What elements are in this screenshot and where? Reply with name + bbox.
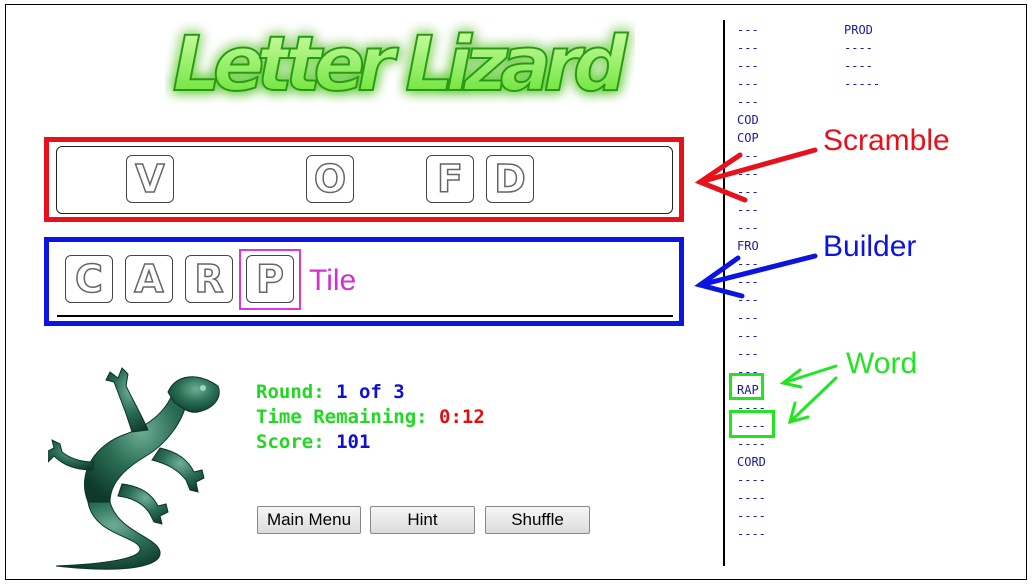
word-slot-found: CORD: [737, 455, 766, 469]
word-slot-found: COP: [737, 131, 759, 145]
round-label: Round:: [256, 381, 325, 403]
tile-letter: C: [74, 257, 103, 301]
scramble-tile[interactable]: F: [426, 155, 474, 203]
time-label: Time Remaining:: [256, 406, 428, 428]
scramble-tile[interactable]: D: [486, 155, 534, 203]
word-slot-hidden: ---: [737, 311, 759, 325]
word-slot-found: PROD: [844, 23, 873, 37]
lizard-logo: [48, 367, 220, 570]
word-slot-hidden: ---: [737, 23, 759, 37]
tile-letter: D: [493, 157, 526, 201]
builder-tile[interactable]: A: [125, 255, 173, 303]
word-slot-hidden: ---: [737, 293, 759, 307]
scramble-tile[interactable]: V: [126, 155, 174, 203]
word-slot-hidden: ---: [737, 95, 759, 109]
word-list-column-2: PROD ---- ---- -----: [844, 21, 880, 93]
builder-annotation: Builder: [823, 230, 917, 263]
builder-tile[interactable]: C: [65, 255, 113, 303]
word-slot-hidden: ----: [844, 41, 873, 55]
word-annotation: Word: [846, 347, 918, 380]
word-slot-hidden: ---: [737, 41, 759, 55]
word-slot-hidden: ----: [737, 491, 766, 505]
word-slot-hidden: ---: [737, 149, 759, 163]
word-slot-hidden: ----: [737, 509, 766, 523]
scramble-tile[interactable]: O: [306, 155, 354, 203]
word-list-column-1: --- --- --- --- --- COD COP --- --- --- --- --- FRO -…: [737, 21, 766, 543]
word-slot-hidden: ----: [844, 59, 873, 73]
word-slot-hidden: ---: [737, 77, 759, 91]
word-slot-hidden: ---: [737, 221, 759, 235]
word-slot-hidden: ---: [737, 347, 759, 361]
status-panel: Round: 1 of 3 Time Remaining: 0:12 Score…: [256, 380, 485, 455]
tile-annotation: Tile: [309, 264, 357, 297]
score-row: Score: 101: [256, 430, 485, 455]
round-row: Round: 1 of 3: [256, 380, 485, 405]
word-slot-hidden: ----: [737, 473, 766, 487]
tile-highlight-box: [239, 249, 301, 310]
game-title: Letter Lizard: [172, 18, 631, 108]
word-slot-found: COD: [737, 113, 759, 127]
time-value: 0:12: [439, 406, 485, 428]
word-slot-hidden: ---: [737, 275, 759, 289]
word-slot-hidden: ---: [737, 59, 759, 73]
tile-letter: O: [313, 157, 347, 201]
word-slot-hidden: ---: [737, 257, 759, 271]
word-slot-hidden: ---: [737, 329, 759, 343]
word-slot-found: FRO: [737, 239, 759, 253]
game-title-text: Letter Lizard: [173, 19, 630, 108]
score-label: Score:: [256, 431, 325, 453]
word-list-divider: [723, 20, 725, 566]
score-value: 101: [336, 431, 371, 453]
word-highlight-box: [729, 373, 764, 400]
tile-letter: A: [134, 257, 165, 301]
word-slot-hidden: ----: [737, 527, 766, 541]
word-highlight-box: [729, 410, 775, 438]
shuffle-button[interactable]: Shuffle: [485, 506, 590, 534]
builder-tile[interactable]: R: [185, 255, 233, 303]
tile-letter: F: [436, 157, 463, 201]
main-menu-button[interactable]: Main Menu: [257, 506, 361, 534]
hint-button[interactable]: Hint: [370, 506, 475, 534]
scramble-annotation: Scramble: [823, 124, 950, 157]
tile-letter: R: [194, 257, 225, 301]
tile-letter: V: [135, 157, 166, 201]
round-value: 1 of 3: [336, 381, 405, 403]
word-slot-hidden: ---: [737, 185, 759, 199]
word-slot-hidden: ---: [737, 203, 759, 217]
time-row: Time Remaining: 0:12: [256, 405, 485, 430]
word-slot-hidden: ---: [737, 167, 759, 181]
builder-baseline: [57, 315, 673, 317]
word-slot-hidden: -----: [844, 77, 881, 91]
